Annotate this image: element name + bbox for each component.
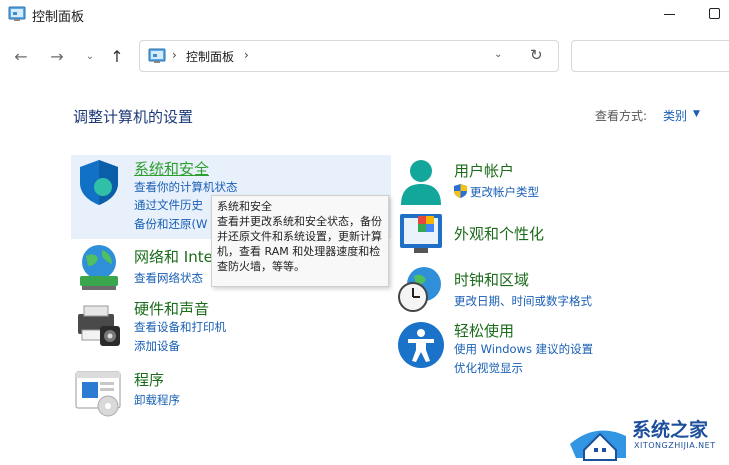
user-icon (401, 160, 441, 205)
arrow-right-icon: → (50, 47, 64, 66)
category-programs[interactable]: 程序 (134, 369, 164, 390)
search-input[interactable] (571, 40, 729, 72)
control-panel-icon (8, 6, 26, 21)
category-clock-region[interactable]: 时钟和区域 (454, 269, 529, 290)
watermark-text: 系统之家 (632, 419, 709, 441)
control-panel-icon (148, 48, 166, 63)
link-uninstall-program[interactable]: 卸载程序 (134, 392, 180, 408)
back-button[interactable]: ← (10, 46, 32, 68)
arrow-left-icon: ← (14, 47, 28, 66)
tooltip-system-security: 系统和安全 查看并更改系统和安全状态，备份并还原文件和系统设置，更新计算机，查看… (211, 195, 389, 287)
recent-locations-button[interactable]: ⌄ (79, 46, 101, 68)
maximize-button[interactable] (704, 4, 726, 24)
address-dropdown-button[interactable]: ⌄ (494, 49, 502, 60)
tooltip-title: 系统和安全 (217, 200, 272, 213)
link-devices-printers[interactable]: 查看设备和打印机 (134, 319, 226, 335)
category-system-security[interactable]: 系统和安全 (134, 158, 209, 179)
link-change-account-type[interactable]: 更改帐户类型 (470, 184, 539, 200)
link-change-date-time-format[interactable]: 更改日期、时间或数字格式 (454, 293, 592, 309)
link-file-history[interactable]: 通过文件历史 (134, 197, 203, 213)
category-network-internet[interactable]: 网络和 Inte (134, 246, 213, 267)
breadcrumb-control-panel[interactable]: 控制面板 (186, 48, 234, 65)
network-globe-icon (80, 245, 118, 290)
forward-button[interactable]: → (46, 46, 68, 68)
arrow-up-icon: ↑ (110, 47, 124, 66)
chevron-down-icon: ⌄ (494, 49, 503, 60)
link-view-network-status[interactable]: 查看网络状态 (134, 270, 203, 286)
appearance-icon (400, 214, 442, 253)
address-bar[interactable]: › 控制面板 › ⌄ ↻ (139, 40, 559, 72)
refresh-icon: ↻ (530, 46, 543, 64)
clock-globe-icon (398, 267, 441, 312)
link-optimize-visual-display[interactable]: 优化视觉显示 (454, 360, 523, 376)
tooltip-body: 查看并更改系统和安全状态，备份并还原文件和系统设置，更新计算机，查看 RAM 和… (217, 215, 382, 273)
caret-down-icon[interactable]: ▼ (693, 109, 700, 119)
category-ease-of-access[interactable]: 轻松使用 (454, 320, 514, 341)
programs-icon (75, 371, 121, 417)
breadcrumb-separator[interactable]: › (244, 48, 249, 62)
view-by-label: 查看方式: (595, 109, 648, 123)
link-backup-restore[interactable]: 备份和还原(W (134, 216, 207, 232)
refresh-button[interactable]: ↻ (530, 46, 543, 64)
breadcrumb-separator[interactable]: › (172, 48, 177, 62)
chevron-down-icon: ⌄ (85, 51, 95, 62)
watermark-subtext: XITONGZHIJIA.NET (634, 441, 716, 450)
link-add-device[interactable]: 添加设备 (134, 338, 180, 354)
category-hardware-sound[interactable]: 硬件和声音 (134, 298, 209, 319)
shield-icon (80, 160, 118, 205)
minimize-button[interactable] (660, 4, 682, 24)
view-by-dropdown[interactable]: 类别 (663, 107, 687, 124)
category-user-accounts[interactable]: 用户帐户 (454, 160, 514, 181)
window-title: 控制面板 (32, 10, 85, 25)
link-recommended-settings[interactable]: 使用 Windows 建议的设置 (454, 341, 593, 357)
control-panel-window: 控制面板 ← → ⌄ ↑ › 控制面板 › ⌄ ↻ 调整计算机的设置 查看方式: (0, 0, 729, 465)
title-bar: 控制面板 (0, 0, 729, 30)
printer-icon (78, 305, 120, 346)
uac-shield-icon (454, 184, 467, 198)
category-appearance[interactable]: 外观和个性化 (454, 223, 544, 244)
up-button[interactable]: ↑ (106, 46, 128, 68)
page-title: 调整计算机的设置 (73, 108, 194, 126)
accessibility-icon (398, 322, 444, 368)
link-view-computer-status[interactable]: 查看你的计算机状态 (134, 179, 238, 195)
